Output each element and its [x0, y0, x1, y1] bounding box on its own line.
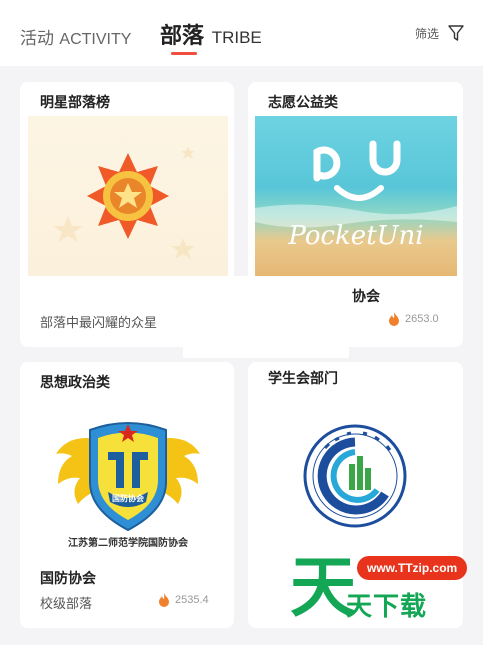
top-tab-bar: 活动 ACTIVITY 部落 TRIBE 筛选: [0, 0, 483, 66]
card-category: 学生会部门: [268, 371, 338, 387]
tab-tribe-en: TRIBE: [211, 28, 262, 47]
flame-icon: [159, 593, 169, 607]
national-defense-badge-image: 国防协会 江苏第二师范学院国防协会: [28, 394, 228, 554]
star-badge-icon: [53, 146, 195, 259]
defense-badge-icon: 国防协会 江苏第二师范学院国防协会: [56, 422, 200, 549]
overlay-patch: [183, 276, 349, 358]
watermark-url: www.TTzip.com: [357, 556, 468, 580]
flame-icon: [389, 312, 399, 326]
pocketuni-text: PocketUni: [287, 221, 423, 251]
tab-activity-cn: 活动: [20, 29, 54, 49]
card-category: 明星部落榜: [40, 95, 110, 111]
card-subtitle: 部落中最闪耀的众星: [40, 316, 158, 331]
card-tribe-level: 校级部落: [40, 597, 93, 612]
tab-tribe-cn: 部落: [160, 24, 205, 49]
card-category: 思想政治类: [40, 375, 110, 391]
filter-label: 筛选: [414, 26, 439, 41]
college-seal-image: [255, 394, 457, 554]
active-tab-indicator: [171, 52, 197, 55]
watermark-text: 天下载: [346, 592, 428, 622]
card-category: 志愿公益类: [268, 95, 338, 111]
badge-caption: 江苏第二师范学院国防协会: [68, 536, 188, 549]
tab-activity[interactable]: 活动 ACTIVITY: [20, 24, 131, 49]
filter-button[interactable]: 筛选: [415, 24, 465, 42]
tribe-card-politics[interactable]: 思想政治类 国防协会 江苏第二师范学院国防协会 国防协会 校级部落 2535.4: [20, 362, 234, 628]
badge-text: 国防协会: [112, 493, 144, 503]
funnel-icon: [448, 25, 464, 41]
card-tribe-name: 协会: [352, 289, 380, 305]
heat-value: 2535.4: [175, 594, 209, 606]
tab-tribe[interactable]: 部落 TRIBE: [160, 18, 262, 50]
pocketuni-logo-icon: PocketUni: [255, 140, 457, 251]
college-seal-icon: [303, 424, 407, 528]
tab-activity-en: ACTIVITY: [59, 31, 132, 48]
heat-value: 2653.0: [405, 313, 439, 325]
heat-score: 2535.4: [158, 593, 209, 607]
pocketuni-image: PocketUni: [255, 116, 457, 276]
card-tribe-name: 国防协会: [40, 571, 96, 587]
heat-score: 2653.0: [388, 312, 439, 326]
star-badge-image: [28, 116, 228, 276]
